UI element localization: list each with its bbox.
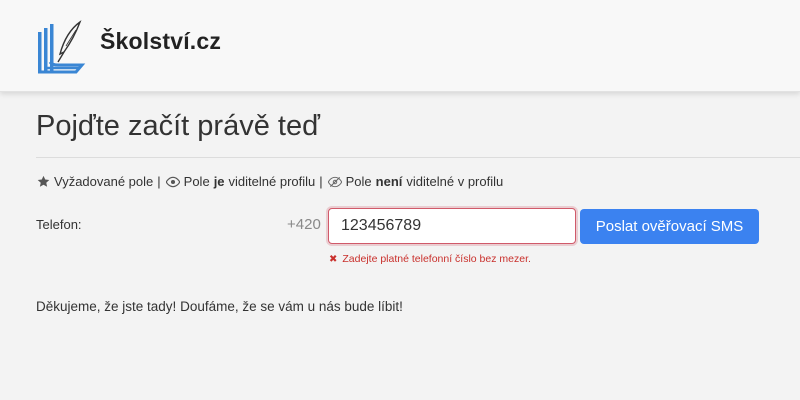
phone-error-text: Zadejte platné telefonní číslo bez mezer… [342,253,531,265]
field-legend: Vyžadované pole | Pole je viditelné prof… [36,174,503,189]
star-icon [36,174,51,189]
legend-required-label: Vyžadované pole [54,174,154,189]
legend-hidden-bold: není [375,174,403,189]
thanks-message: Děkujeme, že jste tady! Doufáme, že se v… [36,299,403,314]
legend-visible-bold: je [213,174,225,189]
legend-hidden-prefix: Pole [345,174,372,189]
legend-separator: | [319,174,323,189]
phone-label: Telefon: [36,217,82,232]
page-title: Pojďte začít právě teď [36,110,320,142]
legend-visible-suffix: viditelné profilu [228,174,316,189]
site-logo-icon[interactable] [36,18,88,76]
title-divider [36,157,800,158]
eye-icon [166,174,181,189]
legend-visible-prefix: Pole [183,174,210,189]
legend-separator: | [157,174,161,189]
brand-name[interactable]: Školství.cz [100,28,221,55]
x-icon: ✖ [329,253,338,265]
phone-error-message: ✖ Zadejte platné telefonní číslo bez mez… [329,253,531,265]
eye-slash-icon [328,174,343,189]
phone-input[interactable] [328,208,576,244]
phone-country-prefix: +420 [287,216,321,233]
send-sms-button[interactable]: Poslat ověřovací SMS [580,209,759,244]
site-header: Školství.cz [0,0,800,92]
legend-hidden-suffix: viditelné v profilu [406,174,504,189]
